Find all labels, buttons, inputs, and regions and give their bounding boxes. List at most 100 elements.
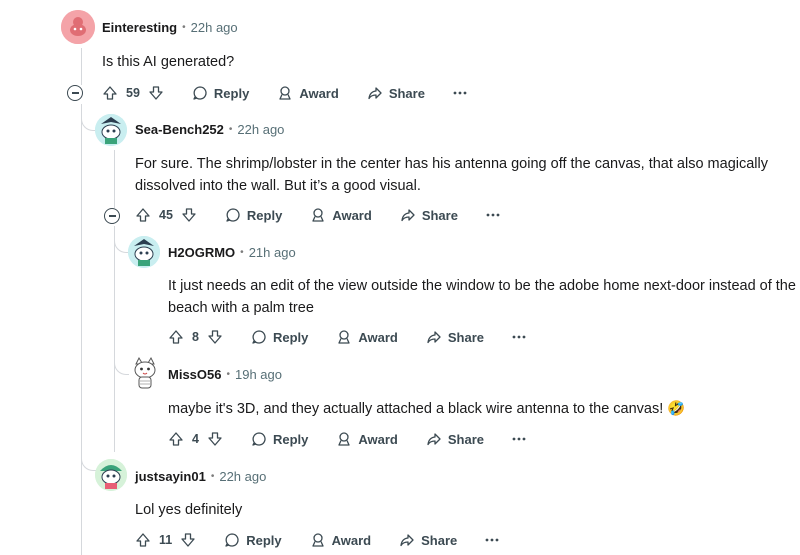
- snoo-avatar-icon: [95, 459, 127, 491]
- comment-actions: 11 Reply Award Share: [135, 530, 499, 550]
- vote-count: 4: [192, 432, 199, 446]
- share-arrow-icon: [401, 209, 415, 222]
- comment-thread: Einteresting • 22h ago Is this AI genera…: [0, 0, 800, 555]
- timestamp[interactable]: 19h ago: [235, 367, 282, 382]
- reply-label: Reply: [213, 85, 250, 101]
- arrow-down-icon[interactable]: [180, 532, 196, 548]
- thread-line-root: [81, 48, 82, 85]
- comment-text-line: dissolved into the wall. But it’s a good…: [135, 178, 421, 194]
- reply-button[interactable]: Reply: [251, 329, 308, 345]
- arrow-up-icon[interactable]: [168, 329, 184, 345]
- comment-header: MissO56 • 19h ago: [168, 367, 282, 382]
- award-button[interactable]: Award: [310, 207, 372, 223]
- award-icon: [279, 86, 291, 100]
- more-options-button[interactable]: [486, 213, 500, 217]
- more-options-button[interactable]: [453, 91, 467, 95]
- share-label: Share: [421, 207, 458, 223]
- award-label: Award: [358, 329, 398, 345]
- vote-count: 59: [126, 86, 140, 100]
- separator-dot: •: [228, 124, 233, 135]
- comment-text-line: maybe it's 3D, and they actually attache…: [168, 398, 685, 420]
- award-button[interactable]: Award: [310, 532, 371, 548]
- arrow-up-icon[interactable]: [168, 431, 184, 447]
- reply-label: Reply: [272, 329, 309, 345]
- thread-elbow: [81, 430, 96, 471]
- vote-count: 8: [192, 330, 199, 344]
- reply-button[interactable]: Reply: [225, 207, 282, 223]
- avatar[interactable]: [95, 114, 127, 146]
- timestamp[interactable]: 22h ago: [219, 469, 266, 484]
- award-label: Award: [299, 85, 339, 101]
- vote-control: 45: [135, 207, 197, 223]
- reply-button[interactable]: Reply: [224, 532, 282, 548]
- username[interactable]: MissO56: [168, 367, 221, 382]
- comment-text-line: For sure. The shrimp/lobster in the cent…: [135, 156, 768, 172]
- award-icon: [338, 330, 351, 344]
- thread-elbow: [114, 226, 129, 253]
- award-button[interactable]: Award: [336, 329, 398, 345]
- arrow-up-icon[interactable]: [135, 532, 151, 548]
- comment-text-line: Is this AI generated?: [102, 54, 235, 70]
- arrow-up-icon[interactable]: [102, 85, 118, 101]
- comment-actions: 45 Reply Award Share: [135, 205, 500, 225]
- arrow-down-icon[interactable]: [207, 329, 223, 345]
- share-button[interactable]: Share: [426, 431, 484, 447]
- more-options-button[interactable]: [485, 538, 499, 542]
- comment-header: justsayin01 • 22h ago: [135, 469, 266, 484]
- arrow-down-icon[interactable]: [148, 85, 164, 101]
- username[interactable]: justsayin01: [135, 469, 206, 484]
- award-button[interactable]: Award: [336, 431, 398, 447]
- award-button[interactable]: Award: [277, 85, 339, 101]
- speech-bubble-icon: [225, 533, 239, 547]
- share-button[interactable]: Share: [367, 85, 425, 101]
- ellipsis-icon: [453, 91, 467, 95]
- separator-dot: •: [240, 247, 244, 258]
- collapse-button[interactable]: [104, 208, 120, 224]
- share-arrow-icon: [400, 534, 414, 547]
- avatar[interactable]: [130, 356, 160, 390]
- reply-button[interactable]: Reply: [251, 431, 308, 447]
- share-button[interactable]: Share: [399, 532, 457, 548]
- arrow-up-icon[interactable]: [135, 207, 151, 223]
- username[interactable]: Einteresting: [102, 20, 177, 35]
- share-arrow-icon: [427, 433, 441, 446]
- comment-body: Is this AI generated?: [102, 51, 234, 73]
- snoo-avatar-icon: [128, 236, 160, 268]
- award-icon: [338, 432, 351, 446]
- separator-dot: •: [226, 369, 230, 380]
- separator-dot: •: [210, 471, 215, 482]
- vote-control: 4: [168, 431, 223, 447]
- share-button[interactable]: Share: [400, 207, 458, 223]
- avatar[interactable]: [95, 459, 127, 491]
- speech-bubble-icon: [252, 432, 266, 446]
- more-options-button[interactable]: [512, 335, 526, 339]
- share-arrow-icon: [427, 331, 441, 344]
- thread-elbow: [81, 104, 96, 131]
- share-button[interactable]: Share: [426, 329, 484, 345]
- username[interactable]: Sea-Bench252: [135, 122, 224, 137]
- timestamp[interactable]: 21h ago: [249, 245, 296, 260]
- avatar[interactable]: [61, 10, 95, 44]
- comment-text-line: beach with a palm tree: [168, 300, 314, 316]
- avatar[interactable]: [128, 236, 160, 268]
- thread-line-root: [81, 104, 82, 555]
- thread-elbow: [114, 352, 129, 375]
- reply-label: Reply: [246, 532, 282, 548]
- cat-avatar-icon: [134, 356, 156, 389]
- more-options-button[interactable]: [512, 437, 526, 441]
- speech-bubble-icon: [193, 86, 207, 100]
- collapse-button[interactable]: [67, 85, 83, 101]
- comment-text-line: It just needs an edit of the view outsid…: [168, 278, 796, 294]
- share-label: Share: [388, 85, 425, 101]
- share-arrow-icon: [368, 87, 382, 100]
- arrow-down-icon[interactable]: [207, 431, 223, 447]
- reply-button[interactable]: Reply: [192, 85, 249, 101]
- timestamp[interactable]: 22h ago: [237, 122, 284, 137]
- comment-body: For sure. The shrimp/lobster in the cent…: [135, 153, 768, 197]
- comment-actions: 4 Reply Award Share: [168, 429, 526, 449]
- timestamp[interactable]: 22h ago: [191, 20, 238, 35]
- arrow-down-icon[interactable]: [181, 207, 197, 223]
- comment-body: It just needs an edit of the view outsid…: [168, 275, 796, 319]
- ellipsis-icon: [512, 335, 526, 339]
- username[interactable]: H2OGRMO: [168, 245, 235, 260]
